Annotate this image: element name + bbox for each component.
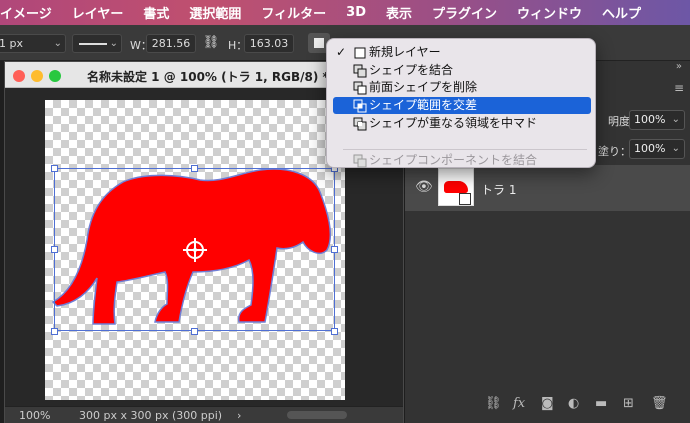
horizontal-scrollbar[interactable] — [287, 411, 347, 419]
fill-value: 100% — [634, 142, 666, 155]
menu-item-exclude-overlapping[interactable]: シェイプが重なる領域を中マド — [333, 115, 591, 132]
status-bar: 100% 300 px x 300 px (300 ppi) › — [5, 406, 403, 423]
transform-handle[interactable] — [51, 246, 58, 253]
collapse-panel-icon[interactable]: » — [676, 61, 682, 72]
layer-name[interactable]: トラ 1 — [481, 181, 516, 198]
menu-3d[interactable]: 3D — [346, 5, 366, 20]
width-input[interactable]: 281.56 — [146, 34, 196, 53]
new-layer-shape-icon — [354, 47, 366, 59]
layer-thumbnail-shape — [444, 181, 468, 193]
adjustment-icon[interactable]: ◐ — [568, 396, 579, 411]
document-info: 300 px x 300 px (300 ppi) — [79, 409, 223, 422]
menu-item-new-layer[interactable]: ✓ 新規レイヤー — [333, 44, 591, 61]
menu-item-label: 新規レイヤー — [369, 45, 441, 59]
mask-icon[interactable]: ◙ — [541, 396, 554, 411]
combine-shapes-icon — [353, 64, 367, 78]
trash-icon[interactable]: 🗑 — [651, 396, 668, 411]
photoshop-window: イメージ レイヤー 書式 選択範囲 フィルター 3D 表示 プラグイン ウィンド… — [0, 0, 690, 423]
chevron-down-icon: ⌄ — [53, 38, 62, 49]
fill-select[interactable]: 100% ⌄ — [629, 139, 685, 159]
menu-item-merge-shape-components: シェイプコンポーネントを結合 — [333, 152, 591, 169]
opacity-select[interactable]: 100% ⌄ — [629, 110, 685, 130]
menu-layer[interactable]: レイヤー — [72, 3, 124, 22]
layer-row[interactable]: 👁 トラ 1 — [405, 165, 690, 211]
eye-icon[interactable]: 👁 — [415, 179, 433, 195]
height-input[interactable]: 163.03 — [244, 34, 294, 53]
chevron-right-icon[interactable]: › — [237, 409, 241, 422]
stroke-width-select[interactable]: 1 px ⌄ — [0, 34, 66, 53]
menu-plugins[interactable]: プラグイン — [432, 3, 497, 22]
zoom-icon[interactable] — [49, 70, 61, 82]
folder-icon[interactable]: ▬ — [595, 396, 607, 411]
menu-item-label: 前面シェイプを削除 — [369, 80, 478, 94]
menu-view[interactable]: 表示 — [386, 3, 412, 22]
transform-handle[interactable] — [51, 165, 58, 172]
transform-handle[interactable] — [51, 328, 58, 335]
path-operations-menu: ✓ 新規レイヤー シェイプを結合 前面シェイプを削除 シェイプ範囲を交差 シェイ… — [326, 38, 596, 168]
menu-select[interactable]: 選択範囲 — [189, 3, 241, 22]
opacity-value: 100% — [634, 113, 666, 126]
transform-handle[interactable] — [191, 328, 198, 335]
menu-item-label: シェイプが重なる領域を中マド — [369, 116, 538, 130]
zoom-level[interactable]: 100% — [19, 409, 50, 422]
menu-help[interactable]: ヘルプ — [602, 3, 641, 22]
menu-item-label: シェイプ範囲を交差 — [369, 98, 478, 112]
link-layers-icon[interactable]: ⛓ — [485, 396, 502, 411]
exclude-overlapping-icon — [353, 117, 367, 131]
panel-menu-icon[interactable]: ≡ — [674, 81, 684, 95]
menu-image[interactable]: イメージ — [0, 3, 52, 22]
menu-item-label: シェイプコンポーネントを結合 — [369, 153, 538, 167]
canvas[interactable] — [45, 100, 345, 400]
menu-filter[interactable]: フィルター — [261, 3, 326, 22]
menu-bar: イメージ レイヤー 書式 選択範囲 フィルター 3D 表示 プラグイン ウィンド… — [0, 0, 690, 25]
transform-handle[interactable] — [331, 328, 338, 335]
intersect-shapes-icon — [353, 99, 367, 113]
new-layer-icon[interactable]: ⊞ — [623, 396, 634, 411]
vector-layer-icon — [459, 193, 471, 205]
reference-point-icon[interactable] — [183, 238, 207, 262]
fill-label: 塗り： — [598, 145, 631, 158]
stroke-style-select[interactable]: ⌄ — [72, 34, 122, 53]
layer-thumbnail[interactable] — [438, 168, 474, 206]
document-title: 名称未設定 1 @ 100% (トラ 1, RGB/8) * — [87, 70, 329, 84]
merge-components-icon — [353, 154, 367, 168]
menu-type[interactable]: 書式 — [143, 3, 169, 22]
stroke-width-value: 1 px — [0, 37, 23, 50]
menu-window[interactable]: ウィンドウ — [517, 3, 582, 22]
menu-item-subtract-front-shape[interactable]: 前面シェイプを削除 — [333, 79, 591, 96]
layers-bottom-bar: ⛓ fx ◙ ◐ ▬ ⊞ 🗑 — [405, 391, 690, 419]
transform-handle[interactable] — [191, 165, 198, 172]
transform-handle[interactable] — [331, 246, 338, 253]
close-icon[interactable] — [13, 70, 25, 82]
chevron-down-icon: ⌄ — [671, 143, 680, 154]
stroke-style-line-icon — [79, 43, 107, 45]
fx-icon[interactable]: fx — [513, 396, 525, 411]
menu-item-combine-shapes[interactable]: シェイプを結合 — [333, 62, 591, 79]
menu-separator — [343, 149, 587, 150]
checkmark-icon: ✓ — [336, 45, 347, 59]
link-icon[interactable]: ⛓ — [200, 33, 222, 53]
subtract-front-shape-icon — [353, 81, 367, 95]
minimize-icon[interactable] — [31, 70, 43, 82]
chevron-down-icon: ⌄ — [671, 114, 680, 125]
chevron-down-icon: ⌄ — [109, 38, 118, 49]
menu-item-intersect-shapes[interactable]: シェイプ範囲を交差 — [333, 97, 591, 114]
menu-item-label: シェイプを結合 — [369, 63, 454, 77]
